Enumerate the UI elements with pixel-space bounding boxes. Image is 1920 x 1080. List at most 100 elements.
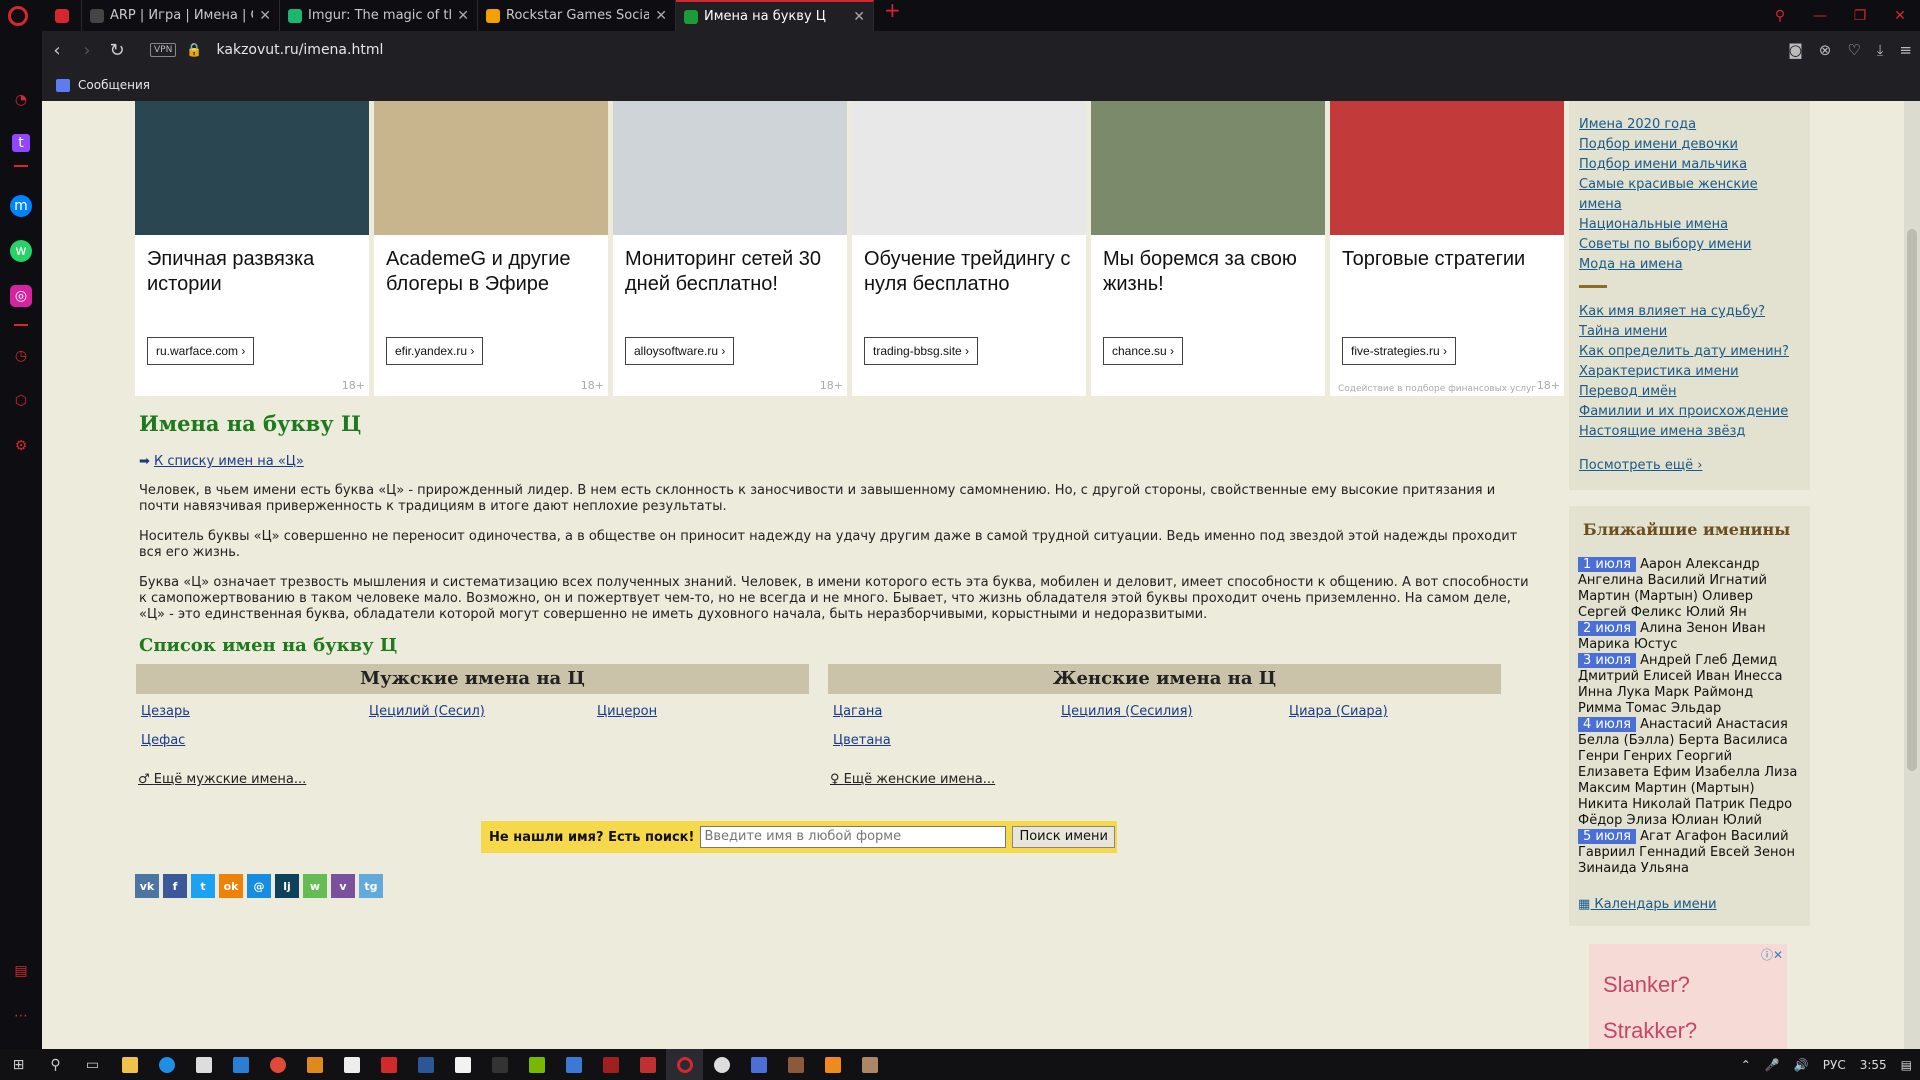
clock[interactable]: 3:55: [1860, 1058, 1887, 1072]
moimir-share-icon[interactable]: @: [247, 874, 271, 898]
livejournal-share-icon[interactable]: lj: [275, 874, 299, 898]
ad-image[interactable]: [1091, 101, 1325, 235]
app-icon-3[interactable]: [555, 1049, 592, 1080]
sidebar-link[interactable]: Мода на имена: [1579, 255, 1800, 275]
app-icon-1[interactable]: [296, 1049, 333, 1080]
volume-icon[interactable]: 🔊: [1794, 1058, 1809, 1072]
heart-icon[interactable]: ♡: [1847, 41, 1860, 59]
whatsapp-share-icon[interactable]: w: [303, 874, 327, 898]
tab-close-icon[interactable]: ✕: [457, 8, 469, 24]
facebook-share-icon[interactable]: f: [163, 874, 187, 898]
tab-close-icon[interactable]: ✕: [853, 9, 865, 25]
nameday-date[interactable]: 4 июля: [1578, 717, 1636, 732]
name-link[interactable]: Цицерон: [597, 704, 825, 719]
file-icon[interactable]: [444, 1049, 481, 1080]
odnoklassniki-share-icon[interactable]: ok: [219, 874, 243, 898]
app-icon-8[interactable]: [777, 1049, 814, 1080]
app-icon-4[interactable]: [592, 1049, 629, 1080]
ad-headline[interactable]: Эпичная развязка истории: [147, 247, 361, 297]
ad-card[interactable]: Эпичная развязка истории ru.warface.com ›…: [135, 101, 369, 396]
vpn-badge[interactable]: VPN: [150, 43, 177, 57]
name-link[interactable]: Циара (Сиара): [1289, 704, 1517, 719]
back-icon[interactable]: ‹: [42, 40, 72, 61]
sidebar-link[interactable]: Фамилии и их происхождение: [1579, 402, 1800, 422]
snapshot-icon[interactable]: ◙: [1788, 41, 1803, 59]
app-icon-6[interactable]: [703, 1049, 740, 1080]
history-icon[interactable]: ◷: [10, 345, 32, 367]
forward-icon[interactable]: ›: [72, 40, 102, 61]
edge-icon[interactable]: [148, 1049, 185, 1080]
reload-icon[interactable]: ↻: [102, 40, 132, 61]
settings-icon[interactable]: ⚙: [10, 435, 32, 457]
url-field[interactable]: kakzovut.ru/imena.html: [217, 42, 384, 58]
workspaces-icon[interactable]: ▤: [10, 960, 32, 982]
speed-dial-icon[interactable]: ◔: [10, 89, 32, 111]
store-icon[interactable]: [185, 1049, 222, 1080]
ad-card[interactable]: AcademeG и другие блогеры в Эфире efir.ya…: [374, 101, 608, 396]
ad-domain-button[interactable]: alloysoftware.ru ›: [625, 337, 735, 365]
search-icon[interactable]: ⚲: [37, 1049, 74, 1080]
ad-headline[interactable]: Мониторинг сетей 30 дней бесплатно!: [625, 247, 839, 297]
tab-close-icon[interactable]: ✕: [655, 8, 667, 24]
notifications-icon[interactable]: ▤: [1901, 1058, 1912, 1072]
tab-4[interactable]: Имена на букву Ц ✕: [676, 0, 874, 31]
ad-card[interactable]: Обучение трейдингу с нуля бесплатно tradi…: [852, 101, 1086, 396]
acrobat-icon[interactable]: [370, 1049, 407, 1080]
sidebar-link[interactable]: Как определить дату именин?: [1579, 342, 1800, 362]
page-scrollbar[interactable]: [1904, 101, 1920, 1049]
app-icon-9[interactable]: [814, 1049, 851, 1080]
name-link[interactable]: Цагана: [833, 704, 1061, 719]
ad-card[interactable]: Мониторинг сетей 30 дней бесплатно! alloy…: [613, 101, 847, 396]
calendar-link[interactable]: ▦ Календарь имени: [1578, 897, 1801, 912]
tab-1[interactable]: ARP | Игра | Имена | Стра ✕: [82, 0, 280, 31]
nvidia-icon[interactable]: [518, 1049, 555, 1080]
tab-3[interactable]: Rockstar Games Social Club ✕: [478, 0, 676, 31]
restore-icon[interactable]: ❐: [1840, 8, 1880, 24]
sidebar-link[interactable]: Подбор имени мальчика: [1579, 155, 1800, 175]
ad-image[interactable]: [613, 101, 847, 235]
sidebar-link[interactable]: Перевод имён: [1579, 382, 1800, 402]
extensions-icon[interactable]: ⬡: [10, 390, 32, 412]
ad-domain-button[interactable]: ru.warface.com ›: [147, 337, 255, 365]
nameday-date[interactable]: 2 июля: [1578, 621, 1636, 636]
name-link[interactable]: Цецилия (Сесилия): [1061, 704, 1289, 719]
name-search-button[interactable]: Поиск имени: [1012, 826, 1115, 848]
scroll-thumb[interactable]: [1907, 229, 1917, 771]
ad-headline[interactable]: AcademeG и другие блогеры в Эфире: [386, 247, 600, 297]
tab-0[interactable]: [42, 0, 82, 31]
ad-image[interactable]: [135, 101, 369, 235]
see-more-link[interactable]: Посмотреть ещё ›: [1579, 456, 1800, 476]
tab-2[interactable]: Imgur: The magic of the Int ✕: [280, 0, 478, 31]
sidebar-link[interactable]: Тайна имени: [1579, 322, 1800, 342]
tray-expand-icon[interactable]: ⌃: [1741, 1058, 1751, 1072]
download-icon[interactable]: ⤓: [1877, 41, 1884, 59]
task-view-icon[interactable]: ▭: [74, 1049, 111, 1080]
whatsapp-icon[interactable]: w: [10, 240, 32, 262]
ad-domain-button[interactable]: trading-bbsg.site ›: [864, 337, 979, 365]
ad-close-icon[interactable]: ⓘ✕: [1761, 946, 1783, 963]
lock-icon[interactable]: 🔒: [186, 43, 202, 58]
language-indicator[interactable]: РУС: [1823, 1058, 1846, 1072]
back-to-list-link[interactable]: К списку имен на «Ц»: [154, 454, 304, 469]
name-link[interactable]: Цветана: [833, 733, 1061, 748]
new-tab-icon[interactable]: +: [884, 0, 901, 31]
minimize-icon[interactable]: —: [1800, 8, 1840, 24]
instagram-icon[interactable]: ◎: [10, 285, 32, 307]
name-search-input[interactable]: Введите имя в любой форме: [700, 826, 1007, 848]
close-window-icon[interactable]: ✕: [1880, 8, 1920, 24]
ad-headline[interactable]: Торговые стратегии: [1342, 247, 1556, 272]
ad-headline[interactable]: Мы боремся за свою жизнь!: [1103, 247, 1317, 297]
chrome-icon[interactable]: [259, 1049, 296, 1080]
name-link[interactable]: Цецилий (Сесил): [369, 704, 597, 719]
ad-domain-button[interactable]: five-strategies.ru ›: [1342, 337, 1457, 365]
sidebar-link[interactable]: Национальные имена: [1579, 215, 1800, 235]
ad-domain-button[interactable]: chance.su ›: [1103, 337, 1184, 365]
more-sidebar-icon[interactable]: ⋯: [10, 1005, 32, 1027]
twitch-icon[interactable]: t: [12, 134, 30, 152]
opera-taskbar-icon[interactable]: [666, 1049, 703, 1080]
more-male-link[interactable]: ♂ Ещё мужские имена...: [136, 772, 809, 787]
search-tabs-icon[interactable]: ⚲: [1760, 8, 1800, 24]
app-icon-2[interactable]: [481, 1049, 518, 1080]
nameday-date[interactable]: 5 июля: [1578, 829, 1636, 844]
vk-share-icon[interactable]: vk: [135, 874, 159, 898]
